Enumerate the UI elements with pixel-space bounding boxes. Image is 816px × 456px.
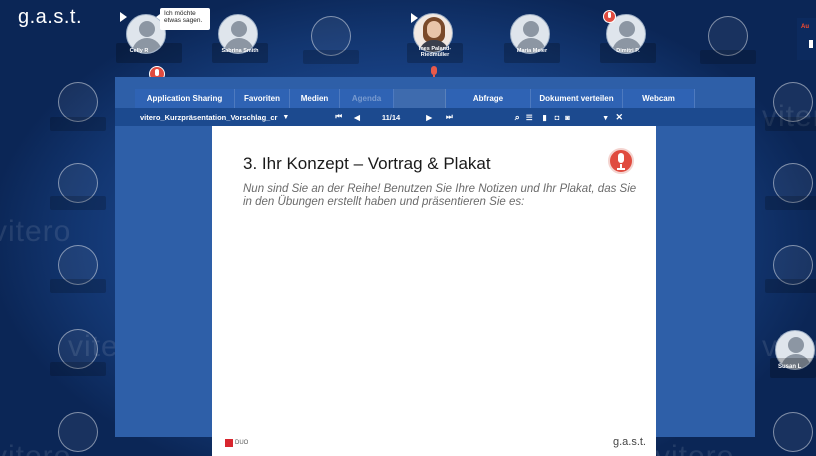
search-icon[interactable]: ⌕ — [515, 112, 520, 123]
screen-icon[interactable]: ◙ — [565, 113, 570, 122]
prev-page-icon[interactable]: ◀ — [354, 113, 360, 122]
list-icon[interactable]: ☰ — [526, 113, 533, 122]
seat-name: Sabrina Smith — [221, 48, 259, 54]
document-controls: vitero_Kurzpräsentation_Vorschlag_cr ▼ ⏮… — [115, 108, 755, 126]
next-page-icon[interactable]: ▶ — [426, 113, 432, 122]
tab-medien[interactable]: Medien — [290, 89, 340, 108]
watermark-text: vitero — [0, 215, 72, 248]
tab-bar: Application Sharing Favoriten Medien Age… — [135, 89, 695, 108]
microphone-icon[interactable] — [608, 148, 634, 174]
presenter-icon[interactable]: ▾ — [604, 113, 608, 122]
seat-plate — [700, 50, 756, 64]
seat-plate — [50, 362, 106, 376]
seat-plate — [765, 196, 816, 210]
seat-plate — [50, 279, 106, 293]
first-page-icon[interactable]: ⏮ — [335, 112, 342, 122]
corner-label: Au — [801, 24, 809, 30]
seat-plate — [50, 117, 106, 131]
tab-empty — [394, 89, 446, 108]
tab-dokument-verteilen[interactable]: Dokument verteilen — [531, 89, 623, 108]
seat-plate — [765, 279, 816, 293]
muted-microphone-icon — [603, 10, 616, 23]
seat-name: Celly R — [129, 48, 149, 54]
empty-seat[interactable] — [58, 82, 98, 122]
slide-title: 3. Ihr Konzept – Vortrag & Plakat — [243, 154, 491, 173]
tab-webcam[interactable]: Webcam — [623, 89, 695, 108]
tab-agenda[interactable]: Agenda — [340, 89, 394, 108]
slide-footer-logo: DUO — [225, 439, 248, 447]
flag-icon — [411, 13, 418, 23]
seat-name: Dimitri P. — [616, 48, 640, 54]
slide-footer-brand: g.a.s.t. — [612, 436, 646, 448]
page-indicator: 11/14 — [381, 112, 401, 122]
empty-seat[interactable] — [773, 82, 813, 122]
seat-plate — [765, 117, 816, 131]
seat-plate — [303, 50, 359, 64]
dropdown-icon[interactable]: ▼ — [282, 114, 289, 121]
flag-icon — [120, 12, 127, 22]
slide-body: Nun sind Sie an der Reihe! Benutzen Sie … — [243, 183, 637, 208]
tab-favoriten[interactable]: Favoriten — [235, 89, 290, 108]
close-icon[interactable]: ✕ — [616, 112, 624, 123]
last-page-icon[interactable]: ⏭ — [446, 112, 453, 122]
seat-plate — [50, 196, 106, 210]
tab-abfrage[interactable]: Abfrage — [446, 89, 531, 108]
seat-name: Maria Meier — [516, 48, 548, 54]
pointer-icon[interactable]: ▮ — [543, 113, 547, 122]
camera-icon[interactable]: ◘ — [555, 113, 560, 122]
seat-name: Ines Paland-Riedmüller — [418, 46, 452, 58]
empty-seat[interactable] — [58, 412, 98, 452]
corner-button[interactable] — [809, 40, 813, 48]
presentation-slide: 3. Ihr Konzept – Vortrag & Plakat Nun si… — [212, 126, 656, 456]
corner-panel[interactable]: Au — [797, 18, 816, 60]
empty-seat[interactable] — [773, 412, 813, 452]
document-name[interactable]: vitero_Kurzpräsentation_Vorschlag_cr — [140, 113, 277, 122]
seat-name: Susan L — [778, 364, 802, 370]
tab-application-sharing[interactable]: Application Sharing — [135, 89, 235, 108]
brand-logo: g.a.s.t. — [18, 6, 83, 28]
watermark-text: vitero — [655, 440, 734, 456]
speech-bubble: Ich möchte etwas sagen. — [156, 8, 210, 30]
duo-logo-icon — [225, 439, 233, 447]
duo-logo-text: DUO — [235, 440, 249, 446]
